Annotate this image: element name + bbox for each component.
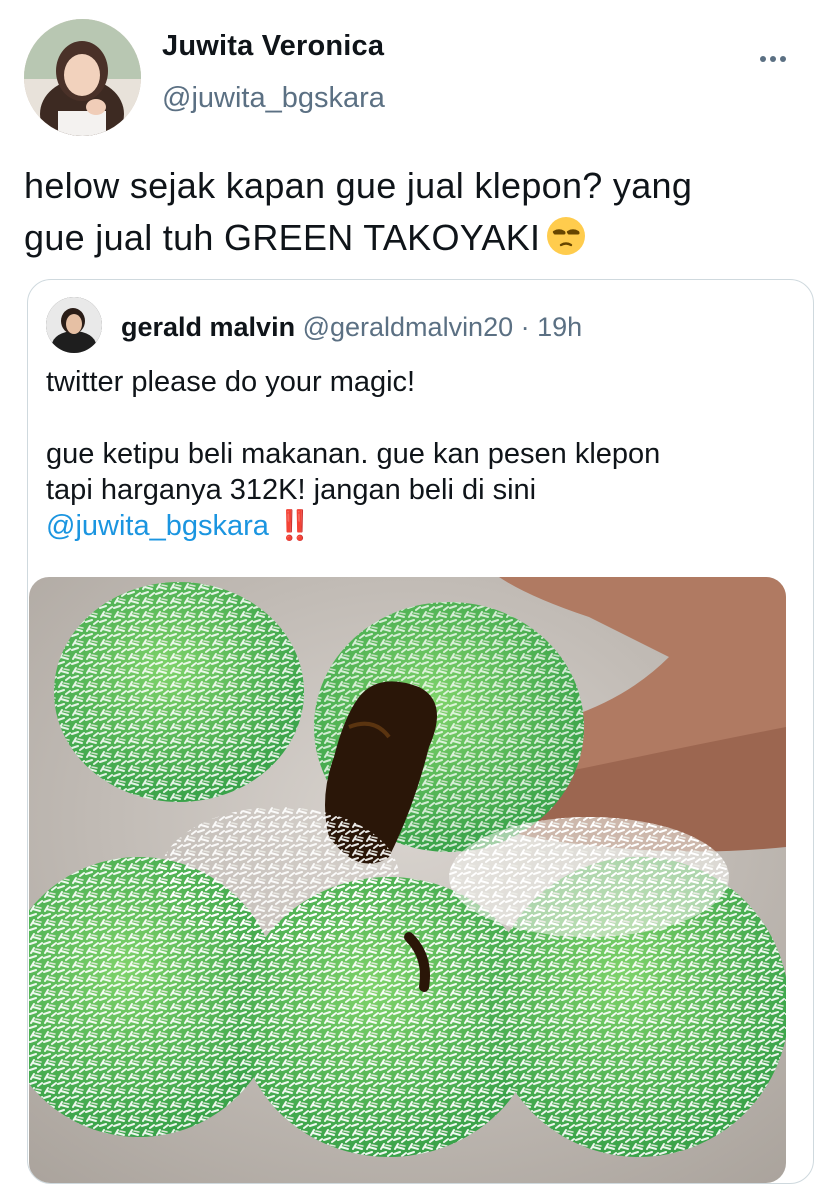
quoted-tweet-meta: gerald malvin @geraldmalvin20 · 19h (121, 312, 582, 343)
quoted-handle[interactable]: @geraldmalvin20 (303, 312, 514, 342)
quoted-text-line-2: gue ketipu beli makanan. gue kan pesen k… (46, 438, 661, 470)
quoted-timestamp[interactable]: 19h (537, 312, 582, 342)
quoted-tweet-text: twitter please do your magic! gue ketipu… (46, 364, 786, 544)
tweet-text: helow sejak kapan gue jual klepon? yang … (24, 160, 804, 264)
quoted-text-line-1: twitter please do your magic! (46, 366, 416, 398)
tweet-header: Juwita Veronica @juwita_bgskara (0, 0, 821, 150)
author-handle[interactable]: @juwita_bgskara (162, 82, 385, 115)
tweet-text-line-1: helow sejak kapan gue jual klepon? yang (24, 165, 693, 206)
tweet-text-line-2-wrap: gue jual tuh GREEN TAKOYAKI (24, 212, 804, 264)
quoted-author-avatar[interactable] (46, 297, 102, 353)
quoted-text-line-4: @juwita_bgskara ‼️ (46, 508, 786, 544)
unamused-face-emoji-icon (546, 216, 586, 256)
more-options-icon[interactable] (748, 44, 798, 74)
tweet-text-line-2: gue jual tuh GREEN TAKOYAKI (24, 217, 541, 258)
author-avatar[interactable] (24, 19, 141, 136)
meta-separator: · (520, 312, 530, 342)
klepon-photo[interactable] (29, 577, 786, 1183)
quoted-display-name[interactable]: gerald malvin (121, 312, 295, 342)
quoted-tweet-card[interactable]: gerald malvin @geraldmalvin20 · 19h twit… (27, 279, 814, 1184)
author-display-name[interactable]: Juwita Veronica (162, 30, 384, 63)
mention-link[interactable]: @juwita_bgskara (46, 510, 269, 542)
double-exclamation-emoji-icon: ‼️ (276, 510, 313, 542)
quoted-text-line-3: tapi harganya 312K! jangan beli di sini (46, 474, 537, 506)
